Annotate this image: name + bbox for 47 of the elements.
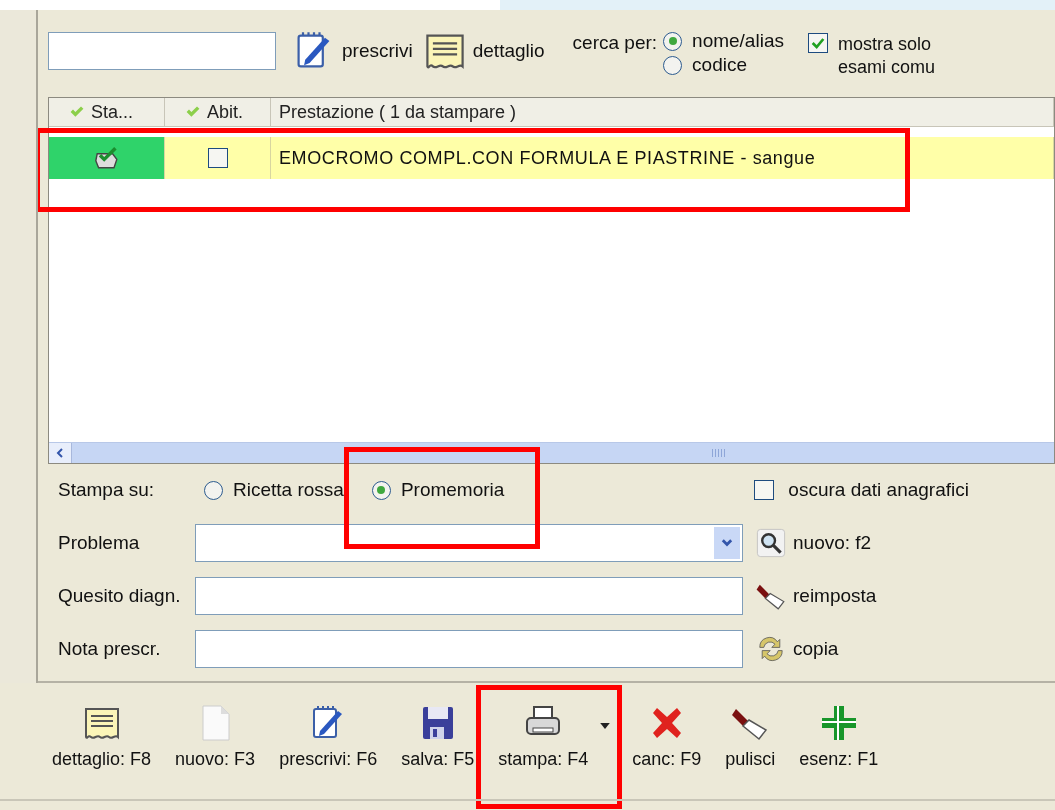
hand-check-icon bbox=[92, 144, 121, 172]
radio-label[interactable]: nome/alias bbox=[692, 30, 784, 52]
radio-label[interactable]: Promemoria bbox=[400, 479, 505, 501]
delete-button[interactable]: canc: F9 bbox=[630, 701, 704, 772]
save-button[interactable]: salva: F5 bbox=[399, 701, 477, 772]
column-header[interactable]: Prestazione ( 1 da stampare ) bbox=[271, 98, 1054, 126]
copy-button[interactable]: copia bbox=[753, 627, 841, 670]
checkbox-label[interactable]: mostra solo esami comu bbox=[837, 33, 950, 80]
print-button[interactable]: stampa: F4 bbox=[496, 701, 591, 772]
field-label: Problema bbox=[58, 531, 141, 554]
search-field[interactable] bbox=[48, 32, 276, 70]
checkbox[interactable] bbox=[807, 33, 828, 53]
text-field[interactable] bbox=[195, 629, 743, 668]
table-cell: EMOCROMO COMPL.CON FORMULA E PIASTRINE - sangue bbox=[271, 137, 1054, 179]
detail-button[interactable]: dettaglio bbox=[420, 30, 547, 72]
column-header[interactable]: Sta... bbox=[49, 98, 165, 126]
table-row[interactable]: EMOCROMO COMPL.CON FORMULA E PIASTRINE - sangue bbox=[49, 137, 1054, 179]
prescribe-button[interactable]: prescrivi bbox=[290, 30, 415, 72]
radio-label[interactable]: Ricetta rossa bbox=[233, 479, 344, 501]
exemption-button[interactable]: esenz: F1 bbox=[797, 701, 881, 772]
radio-button[interactable] bbox=[371, 480, 391, 500]
clear-button[interactable]: pulisci bbox=[723, 701, 778, 772]
field-label: Quesito diagn. bbox=[58, 584, 182, 607]
field-label: Nota prescr. bbox=[58, 637, 162, 660]
magnifier-icon bbox=[755, 526, 787, 559]
dropdown-field[interactable] bbox=[195, 523, 743, 562]
text-field[interactable] bbox=[195, 576, 743, 615]
check-icon bbox=[69, 104, 85, 120]
detail-button[interactable]: dettaglio: F8 bbox=[50, 701, 154, 772]
reset-button[interactable]: reimposta bbox=[753, 574, 879, 617]
radio-button[interactable] bbox=[663, 55, 683, 75]
checkbox[interactable] bbox=[754, 480, 775, 500]
prescribe-button[interactable]: prescrivi: F6 bbox=[277, 701, 380, 772]
checkbox[interactable] bbox=[207, 148, 228, 168]
caret-icon[interactable] bbox=[600, 723, 611, 731]
new-button[interactable]: nuovo: f2 bbox=[753, 521, 874, 564]
scroll-left-icon[interactable] bbox=[55, 448, 65, 458]
new-button[interactable]: nuovo: F3 bbox=[173, 701, 258, 772]
horizontal-scrollbar[interactable] bbox=[49, 442, 1054, 463]
checkbox-label[interactable]: oscura dati anagrafici bbox=[788, 479, 969, 501]
print-on-label: Stampa su: bbox=[58, 479, 156, 501]
radio-button[interactable] bbox=[663, 31, 683, 51]
search-by-label: cerca per: bbox=[572, 32, 658, 54]
radio-button[interactable] bbox=[204, 480, 223, 500]
radio-label[interactable]: codice bbox=[692, 54, 747, 76]
check-icon bbox=[185, 104, 201, 120]
column-header[interactable]: Abit. bbox=[165, 98, 271, 126]
